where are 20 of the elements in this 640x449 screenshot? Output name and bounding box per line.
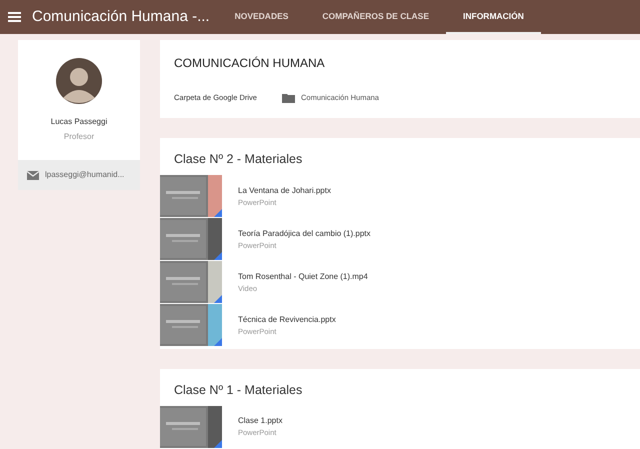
section-title: Clase Nº 2 - Materiales bbox=[173, 151, 304, 168]
file-name: Teoría Paradójica del cambio (1).pptx bbox=[238, 228, 371, 240]
email-row[interactable]: lpasseggi@humanid... bbox=[18, 160, 140, 190]
teacher-email: lpasseggi@humanid... bbox=[45, 169, 124, 181]
file-name: Clase 1.pptx bbox=[238, 415, 282, 428]
avatar-icon bbox=[56, 58, 102, 104]
course-title: COMUNICACIÓN HUMANA bbox=[174, 55, 326, 72]
menu-icon[interactable] bbox=[8, 10, 22, 24]
section-title: Clase Nº 1 - Materiales bbox=[173, 382, 304, 399]
file-name: La Ventana de Johari.pptx bbox=[238, 184, 331, 197]
nav-tab[interactable]: COMPAÑEROS DE CLASE bbox=[305, 0, 446, 34]
class-title: Comunicación Humana -... bbox=[32, 8, 210, 26]
folder-icon bbox=[282, 92, 295, 103]
nav-tab[interactable]: NOVEDADES bbox=[218, 0, 306, 34]
file-name: Tom Rosenthal - Quiet Zone (1).mp4 bbox=[238, 270, 368, 283]
mail-icon bbox=[27, 170, 39, 180]
nav-tab[interactable]: INFORMACIÓN bbox=[446, 0, 541, 34]
teacher-role: Profesor bbox=[64, 131, 94, 143]
file-name: Técnica de Revivencia.pptx bbox=[238, 314, 336, 326]
teacher-name: Lucas Passeggi bbox=[50, 116, 108, 128]
